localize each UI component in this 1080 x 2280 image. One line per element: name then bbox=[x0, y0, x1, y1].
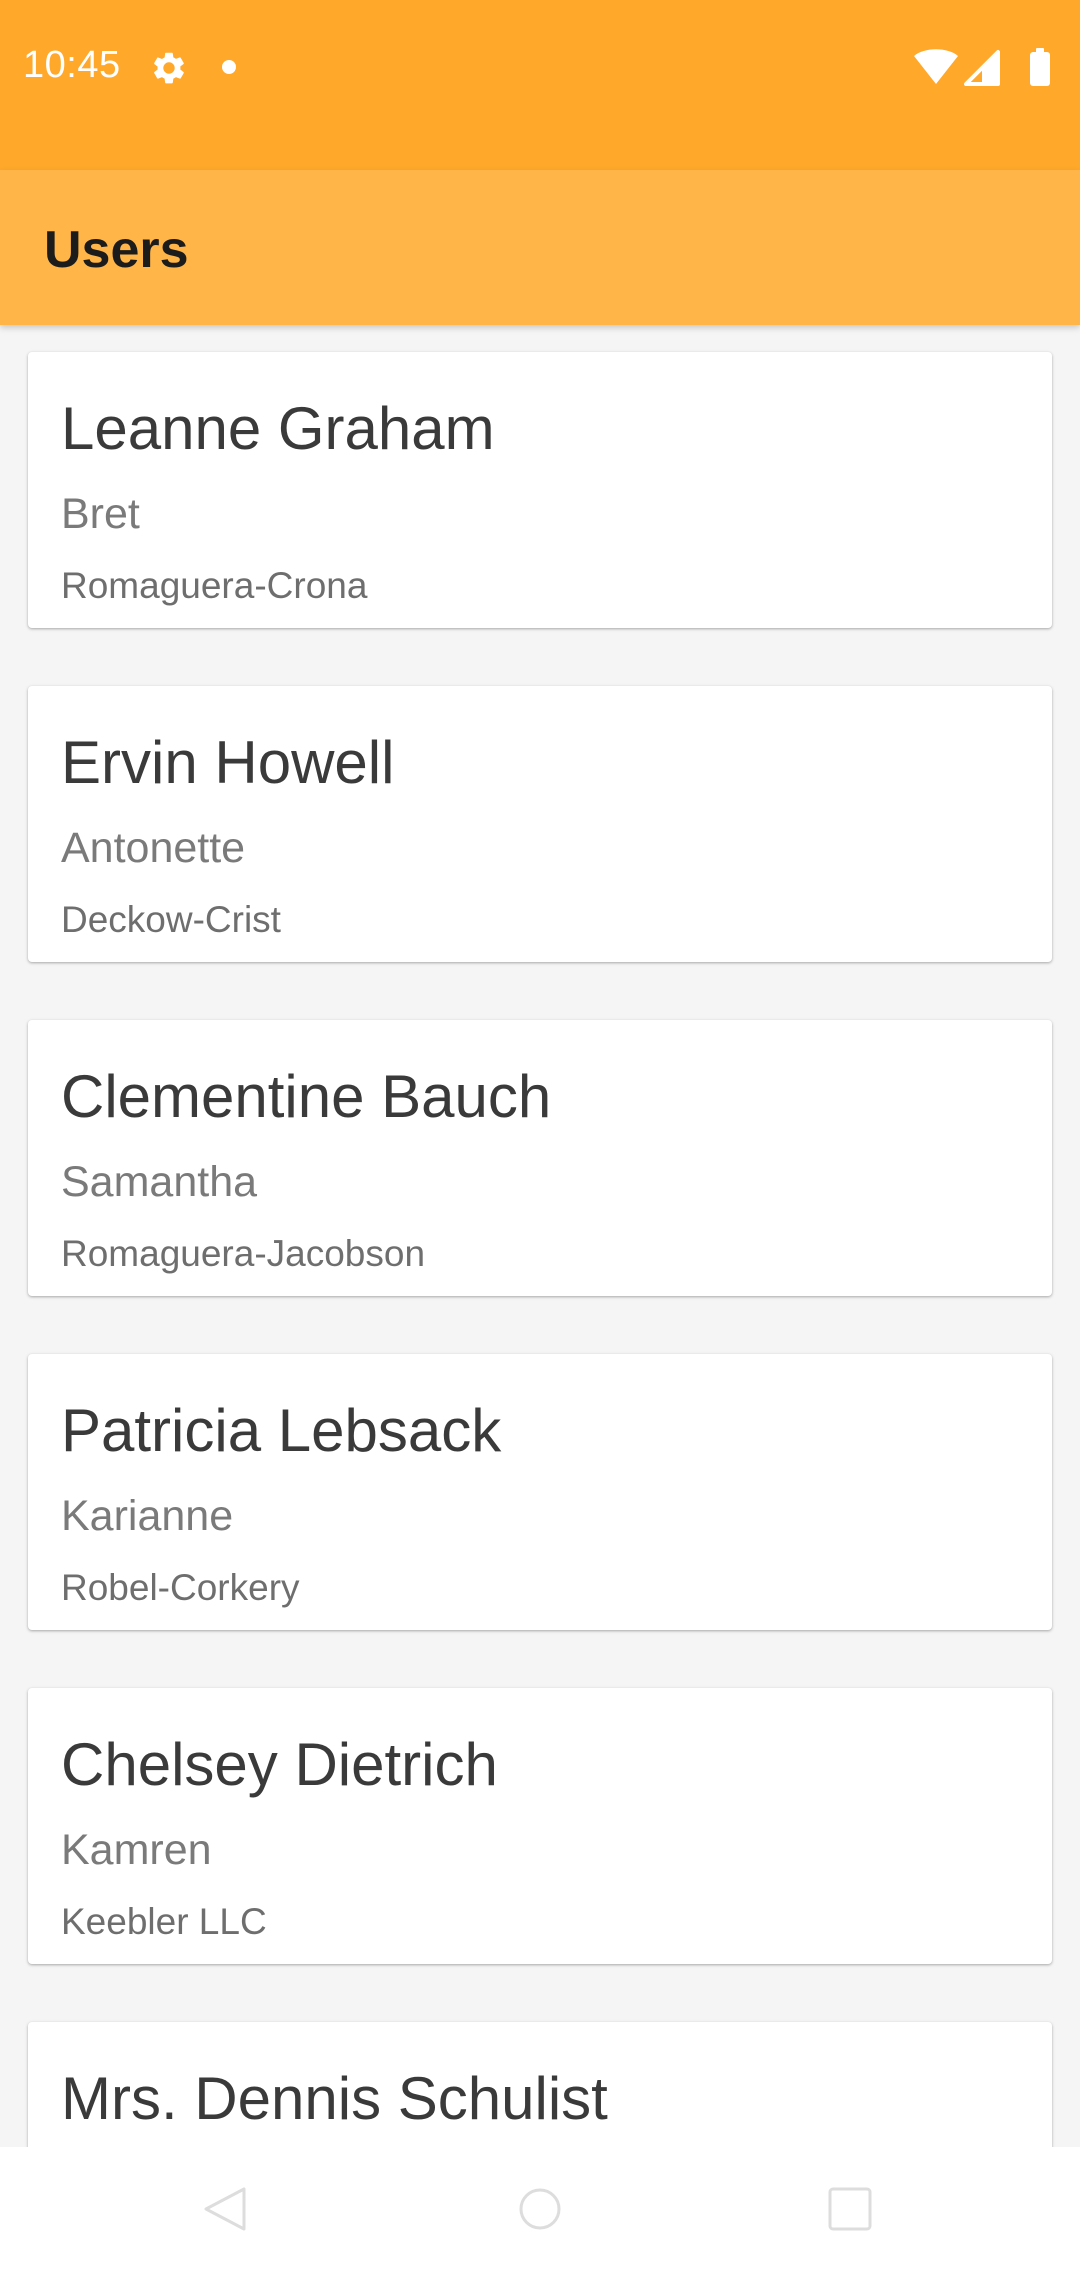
user-username: Antonette bbox=[61, 824, 246, 872]
status-time: 10:45 bbox=[23, 44, 121, 86]
battery-icon bbox=[1030, 48, 1050, 86]
status-bar: 10:45 bbox=[0, 0, 1080, 170]
user-name: Chelsey Dietrich bbox=[61, 1731, 498, 1798]
user-company: Romaguera-Crona bbox=[61, 565, 368, 606]
back-icon[interactable] bbox=[200, 2185, 248, 2233]
user-name: Leanne Graham bbox=[61, 395, 495, 462]
navigation-bar bbox=[0, 2147, 1080, 2280]
user-card[interactable]: Patricia Lebsack Karianne Robel-Corkery bbox=[28, 1354, 1052, 1630]
user-username: Kamren bbox=[61, 1826, 212, 1874]
notification-dot-icon bbox=[222, 60, 236, 74]
user-company: Romaguera-Jacobson bbox=[61, 1233, 426, 1274]
status-icons bbox=[914, 48, 1050, 86]
signal-icon bbox=[964, 50, 1000, 86]
user-card[interactable]: Leanne Graham Bret Romaguera-Crona bbox=[28, 352, 1052, 628]
user-name: Patricia Lebsack bbox=[61, 1397, 502, 1464]
user-username: Samantha bbox=[61, 1158, 258, 1206]
user-username: Bret bbox=[61, 490, 140, 538]
page-title: Users bbox=[44, 221, 189, 279]
user-username: Karianne bbox=[61, 1492, 234, 1540]
user-card[interactable]: Mrs. Dennis Schulist bbox=[28, 2022, 1052, 2147]
user-name: Mrs. Dennis Schulist bbox=[61, 2065, 608, 2132]
users-list[interactable]: Leanne Graham Bret Romaguera-Crona Ervin… bbox=[0, 325, 1080, 2147]
user-company: Robel-Corkery bbox=[61, 1567, 300, 1608]
user-company: Keebler LLC bbox=[61, 1901, 267, 1942]
user-name: Clementine Bauch bbox=[61, 1063, 552, 1130]
user-name: Ervin Howell bbox=[61, 729, 395, 796]
user-card[interactable]: Chelsey Dietrich Kamren Keebler LLC bbox=[28, 1688, 1052, 1964]
gear-icon bbox=[154, 52, 184, 84]
user-company: Deckow-Crist bbox=[61, 899, 281, 940]
user-card[interactable]: Ervin Howell Antonette Deckow-Crist bbox=[28, 686, 1052, 962]
user-card[interactable]: Clementine Bauch Samantha Romaguera-Jaco… bbox=[28, 1020, 1052, 1296]
recents-icon[interactable] bbox=[826, 2185, 874, 2233]
app-bar: Users bbox=[0, 170, 1080, 325]
home-icon[interactable] bbox=[516, 2185, 564, 2233]
wifi-icon bbox=[914, 49, 958, 84]
